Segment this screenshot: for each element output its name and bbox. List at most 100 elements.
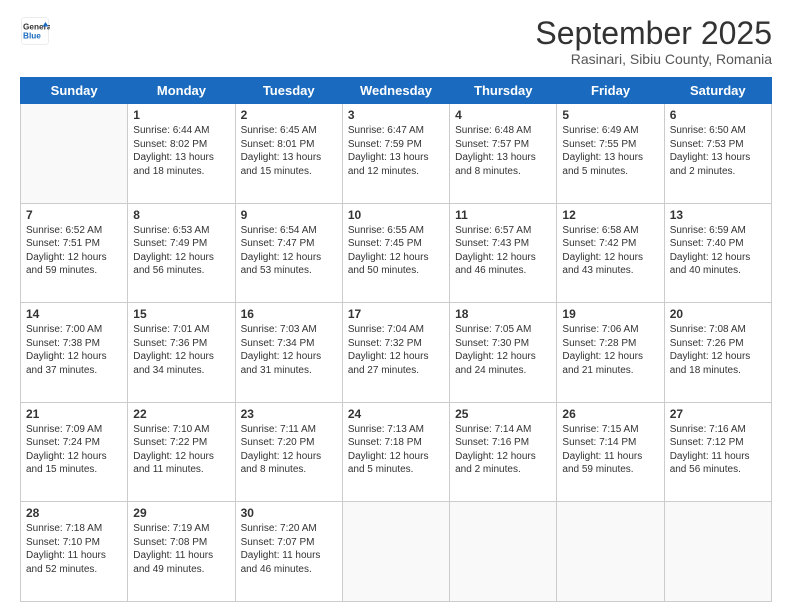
calendar-cell: 30 Sunrise: 7:20 AM Sunset: 7:07 PM Dayli… [235, 502, 342, 602]
day-info: Sunrise: 6:44 AM Sunset: 8:02 PM Dayligh… [133, 124, 229, 178]
calendar-cell: 26 Sunrise: 7:15 AM Sunset: 7:14 PM Dayli… [557, 402, 664, 502]
day-number: 25 [455, 407, 551, 421]
calendar-cell: 24 Sunrise: 7:13 AM Sunset: 7:18 PM Dayli… [342, 402, 449, 502]
calendar-cell: 11 Sunrise: 6:57 AM Sunset: 7:43 PM Dayli… [450, 203, 557, 303]
day-info: Sunrise: 7:11 AM Sunset: 7:20 PM Dayligh… [241, 423, 337, 477]
title-block: September 2025 Rasinari, Sibiu County, R… [535, 16, 772, 67]
calendar-cell: 22 Sunrise: 7:10 AM Sunset: 7:22 PM Dayli… [128, 402, 235, 502]
svg-text:Blue: Blue [23, 32, 41, 41]
day-number: 10 [348, 208, 444, 222]
calendar-cell: 5 Sunrise: 6:49 AM Sunset: 7:55 PM Daylig… [557, 104, 664, 204]
calendar-cell: 20 Sunrise: 7:08 AM Sunset: 7:26 PM Dayli… [664, 303, 771, 403]
day-number: 5 [562, 108, 658, 122]
day-number: 22 [133, 407, 229, 421]
calendar-cell: 10 Sunrise: 6:55 AM Sunset: 7:45 PM Dayli… [342, 203, 449, 303]
calendar-cell [342, 502, 449, 602]
day-of-week-header: Thursday [450, 78, 557, 104]
day-info: Sunrise: 7:15 AM Sunset: 7:14 PM Dayligh… [562, 423, 658, 477]
day-of-week-header: Monday [128, 78, 235, 104]
calendar-cell: 25 Sunrise: 7:14 AM Sunset: 7:16 PM Dayli… [450, 402, 557, 502]
day-number: 7 [26, 208, 122, 222]
calendar-cell: 6 Sunrise: 6:50 AM Sunset: 7:53 PM Daylig… [664, 104, 771, 204]
day-info: Sunrise: 6:49 AM Sunset: 7:55 PM Dayligh… [562, 124, 658, 178]
day-info: Sunrise: 7:13 AM Sunset: 7:18 PM Dayligh… [348, 423, 444, 477]
calendar-cell: 15 Sunrise: 7:01 AM Sunset: 7:36 PM Dayli… [128, 303, 235, 403]
logo-icon: General Blue [20, 16, 50, 46]
day-info: Sunrise: 7:09 AM Sunset: 7:24 PM Dayligh… [26, 423, 122, 477]
calendar-cell [664, 502, 771, 602]
calendar-cell: 7 Sunrise: 6:52 AM Sunset: 7:51 PM Daylig… [21, 203, 128, 303]
calendar-week-row: 7 Sunrise: 6:52 AM Sunset: 7:51 PM Daylig… [21, 203, 772, 303]
day-number: 8 [133, 208, 229, 222]
day-info: Sunrise: 6:47 AM Sunset: 7:59 PM Dayligh… [348, 124, 444, 178]
calendar-cell: 4Sunrise: 6:48 AM Sunset: 7:57 PM Daylig… [450, 104, 557, 204]
day-number: 29 [133, 506, 229, 520]
month-title: September 2025 [535, 16, 772, 51]
day-info: Sunrise: 6:55 AM Sunset: 7:45 PM Dayligh… [348, 224, 444, 278]
day-info: Sunrise: 6:52 AM Sunset: 7:51 PM Dayligh… [26, 224, 122, 278]
calendar-cell: 19 Sunrise: 7:06 AM Sunset: 7:28 PM Dayli… [557, 303, 664, 403]
day-number: 18 [455, 307, 551, 321]
day-info: Sunrise: 7:08 AM Sunset: 7:26 PM Dayligh… [670, 323, 766, 377]
day-info: Sunrise: 6:54 AM Sunset: 7:47 PM Dayligh… [241, 224, 337, 278]
day-info: Sunrise: 7:20 AM Sunset: 7:07 PM Dayligh… [241, 522, 337, 576]
day-number: 28 [26, 506, 122, 520]
calendar-week-row: 1 Sunrise: 6:44 AM Sunset: 8:02 PM Daylig… [21, 104, 772, 204]
day-number: 24 [348, 407, 444, 421]
calendar-cell: 28 Sunrise: 7:18 AM Sunset: 7:10 PM Dayli… [21, 502, 128, 602]
day-of-week-header: Tuesday [235, 78, 342, 104]
day-info: Sunrise: 6:50 AM Sunset: 7:53 PM Dayligh… [670, 124, 766, 178]
day-info: Sunrise: 7:01 AM Sunset: 7:36 PM Dayligh… [133, 323, 229, 377]
day-number: 30 [241, 506, 337, 520]
day-number: 26 [562, 407, 658, 421]
day-info: Sunrise: 7:19 AM Sunset: 7:08 PM Dayligh… [133, 522, 229, 576]
day-number: 3 [348, 108, 444, 122]
day-number: 19 [562, 307, 658, 321]
calendar-cell: 14Sunrise: 7:00 AM Sunset: 7:38 PM Dayli… [21, 303, 128, 403]
day-number: 17 [348, 307, 444, 321]
calendar-week-row: 14Sunrise: 7:00 AM Sunset: 7:38 PM Dayli… [21, 303, 772, 403]
day-number: 11 [455, 208, 551, 222]
day-info: Sunrise: 6:57 AM Sunset: 7:43 PM Dayligh… [455, 224, 551, 278]
calendar-cell: 1 Sunrise: 6:44 AM Sunset: 8:02 PM Daylig… [128, 104, 235, 204]
day-info: Sunrise: 6:58 AM Sunset: 7:42 PM Dayligh… [562, 224, 658, 278]
day-number: 1 [133, 108, 229, 122]
calendar-cell: 17Sunrise: 7:04 AM Sunset: 7:32 PM Dayli… [342, 303, 449, 403]
calendar-week-row: 28 Sunrise: 7:18 AM Sunset: 7:10 PM Dayli… [21, 502, 772, 602]
day-of-week-header: Saturday [664, 78, 771, 104]
day-info: Sunrise: 7:06 AM Sunset: 7:28 PM Dayligh… [562, 323, 658, 377]
day-number: 21 [26, 407, 122, 421]
day-number: 2 [241, 108, 337, 122]
calendar-cell: 23Sunrise: 7:11 AM Sunset: 7:20 PM Dayli… [235, 402, 342, 502]
day-number: 6 [670, 108, 766, 122]
day-info: Sunrise: 7:18 AM Sunset: 7:10 PM Dayligh… [26, 522, 122, 576]
day-number: 15 [133, 307, 229, 321]
calendar-cell: 18 Sunrise: 7:05 AM Sunset: 7:30 PM Dayli… [450, 303, 557, 403]
calendar: SundayMondayTuesdayWednesdayThursdayFrid… [20, 77, 772, 602]
calendar-cell: 21 Sunrise: 7:09 AM Sunset: 7:24 PM Dayli… [21, 402, 128, 502]
page: General Blue September 2025 Rasinari, Si… [0, 0, 792, 612]
day-number: 9 [241, 208, 337, 222]
day-number: 13 [670, 208, 766, 222]
calendar-cell: 27Sunrise: 7:16 AM Sunset: 7:12 PM Dayli… [664, 402, 771, 502]
header: General Blue September 2025 Rasinari, Si… [20, 16, 772, 67]
calendar-cell: 12Sunrise: 6:58 AM Sunset: 7:42 PM Dayli… [557, 203, 664, 303]
calendar-cell [21, 104, 128, 204]
calendar-cell [557, 502, 664, 602]
day-of-week-header: Friday [557, 78, 664, 104]
day-number: 27 [670, 407, 766, 421]
logo: General Blue [20, 16, 50, 46]
day-info: Sunrise: 6:59 AM Sunset: 7:40 PM Dayligh… [670, 224, 766, 278]
calendar-cell [450, 502, 557, 602]
day-info: Sunrise: 7:10 AM Sunset: 7:22 PM Dayligh… [133, 423, 229, 477]
day-info: Sunrise: 7:05 AM Sunset: 7:30 PM Dayligh… [455, 323, 551, 377]
day-number: 20 [670, 307, 766, 321]
day-of-week-header: Sunday [21, 78, 128, 104]
calendar-cell: 3 Sunrise: 6:47 AM Sunset: 7:59 PM Daylig… [342, 104, 449, 204]
day-number: 14 [26, 307, 122, 321]
calendar-cell: 2Sunrise: 6:45 AM Sunset: 8:01 PM Daylig… [235, 104, 342, 204]
day-info: Sunrise: 7:14 AM Sunset: 7:16 PM Dayligh… [455, 423, 551, 477]
day-info: Sunrise: 6:53 AM Sunset: 7:49 PM Dayligh… [133, 224, 229, 278]
calendar-week-row: 21 Sunrise: 7:09 AM Sunset: 7:24 PM Dayli… [21, 402, 772, 502]
day-number: 16 [241, 307, 337, 321]
